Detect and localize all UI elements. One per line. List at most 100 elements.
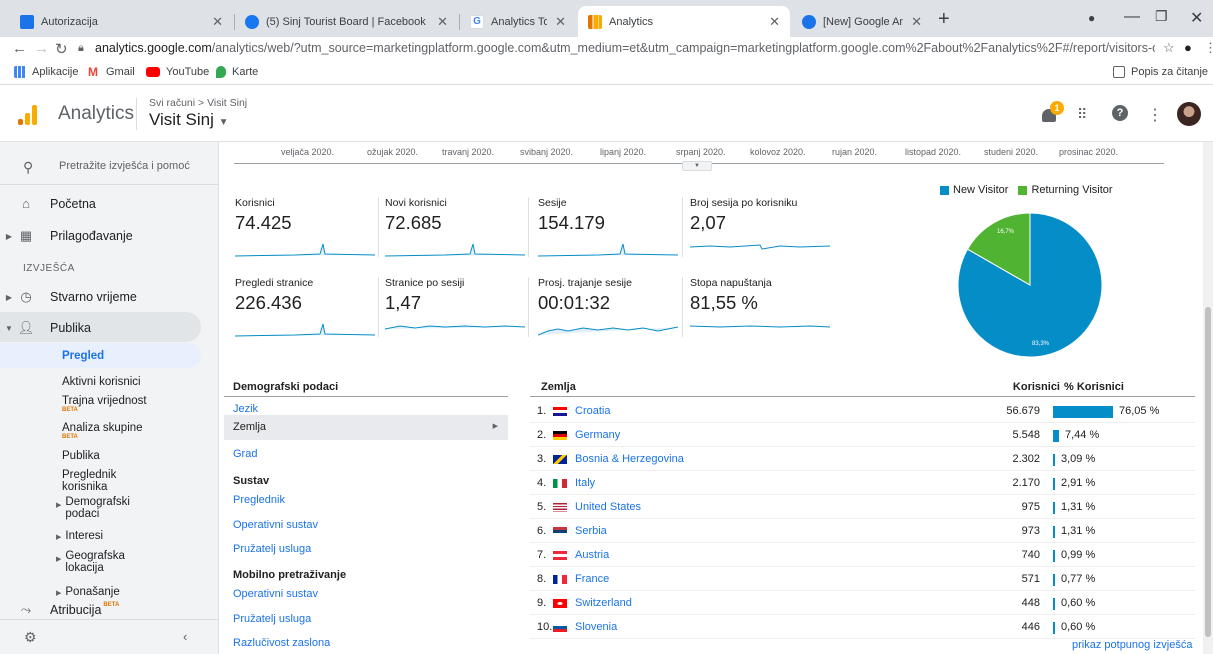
demo-link-city[interactable]: Grad [233, 448, 257, 460]
pct-value: 0,60 % [1061, 597, 1096, 609]
scrollbar-thumb[interactable] [1205, 307, 1211, 637]
sidebar-sub-lifetime-value[interactable]: Trajna vrijednost BETA [62, 395, 147, 413]
close-tab-icon[interactable]: ✕ [769, 14, 780, 30]
sidebar-item-realtime[interactable]: ▶ ◷ Stvarno vrijeme [0, 289, 218, 305]
bookmark-gmail[interactable]: M Gmail [88, 66, 135, 78]
metric-avg-session-duration[interactable]: Prosj. trajanje sesije 00:01:32 [538, 277, 678, 362]
help-icon[interactable]: ? [1112, 105, 1128, 121]
analytics-logo-icon[interactable] [18, 105, 38, 125]
gear-icon[interactable]: ⚙ [24, 629, 37, 646]
bookmark-apps[interactable]: Aplikacije [14, 66, 78, 78]
profile-dot-icon[interactable]: ● [1088, 11, 1095, 25]
country-link[interactable]: Austria [575, 549, 609, 561]
notifications-button[interactable]: 1 [1041, 101, 1064, 124]
google-ads-favicon-icon [802, 14, 816, 29]
collapse-sidebar-icon[interactable]: ‹ [183, 629, 187, 644]
close-tab-icon[interactable]: ✕ [911, 14, 922, 30]
browser-tab-ga-acquisition[interactable]: [New] Google Analytics Acquisiti ✕ [792, 6, 932, 37]
metric-sessions-per-user[interactable]: Broj sesija po korisniku 2,07 [690, 197, 830, 282]
metric-sessions[interactable]: Sesije 154.179 [538, 197, 678, 282]
more-vert-icon[interactable]: ⋮ [1147, 105, 1163, 125]
minimize-icon[interactable]: — [1124, 8, 1140, 26]
timeline-collapse-handle[interactable]: ▼ [682, 161, 712, 171]
sidebar-sub-overview[interactable]: Pregled [62, 350, 104, 362]
full-report-link[interactable]: prikaz potpunog izvješća [1072, 639, 1192, 651]
sidebar-sub-demographics[interactable]: ▶ Demografski podaci [56, 496, 135, 520]
lock-icon[interactable]: 🔒︎ [78, 42, 84, 55]
address-bar[interactable]: analytics.google.com/analytics/web/?utm_… [95, 41, 1155, 59]
brand-name[interactable]: Analytics [58, 103, 134, 125]
demo-link-language[interactable]: Jezik [233, 403, 258, 415]
sidebar-item-attribution[interactable]: ⤳ Atribucija BETA [0, 602, 218, 618]
country-link[interactable]: Bosnia & Herzegovina [575, 453, 684, 465]
new-tab-button[interactable]: + [938, 8, 950, 31]
caret-right-icon: ▶ [56, 590, 62, 597]
metric-pages-per-session[interactable]: Stranice po sesiji 1,47 [385, 277, 525, 362]
sidebar-sub-interests[interactable]: ▶ Interesi [56, 530, 103, 544]
profile-icon[interactable]: ● [1184, 40, 1192, 55]
country-link[interactable]: Croatia [575, 405, 610, 417]
window-close-icon[interactable]: ✕ [1190, 8, 1203, 28]
metric-new-users[interactable]: Novi korisnici 72.685 [385, 197, 525, 282]
reading-list-button[interactable]: Popis za čitanje [1113, 66, 1208, 78]
browser-menu-icon[interactable]: ⋮ [1204, 40, 1213, 56]
demo-link-browser[interactable]: Preglednik [233, 494, 285, 506]
visitor-pie-chart: 83,3% 16,7% [957, 212, 1103, 358]
browser-tab-analytics-tools[interactable]: G Analytics Tools & Solutions for Y ✕ [460, 6, 576, 37]
flag-icon [553, 551, 567, 560]
country-link[interactable]: Italy [575, 477, 595, 489]
demo-link-mobile-os[interactable]: Operativni sustav [233, 588, 318, 600]
bookmark-youtube[interactable]: YouTube [146, 66, 209, 78]
sidebar-sub-cohort[interactable]: Analiza skupine BETA [62, 422, 143, 440]
restore-icon[interactable]: ❐ [1155, 8, 1168, 25]
demo-link-mobile-isp[interactable]: Pružatelj usluga [233, 613, 311, 625]
demo-link-resolution[interactable]: Razlučivost zaslona [233, 637, 330, 649]
flag-icon [553, 623, 567, 632]
sidebar-search[interactable]: ⚲ Pretražite izvješća i pomoć [23, 159, 190, 175]
sidebar-sub-geo[interactable]: ▶ Geografska lokacija [56, 550, 135, 574]
demo-link-os[interactable]: Operativni sustav [233, 519, 318, 531]
reload-icon[interactable]: ↻ [55, 40, 68, 58]
sidebar-sub-active-users[interactable]: Aktivni korisnici [62, 376, 141, 388]
sidebar-sub-user-explorer[interactable]: Preglednik korisnika [62, 469, 142, 493]
pie-label-new: 83,3% [1032, 341, 1050, 347]
browser-tab-autorizacija[interactable]: Autorizacija ✕ [10, 6, 233, 37]
bookmark-star-icon[interactable]: ☆ [1163, 40, 1175, 56]
col-users[interactable]: Korisnici [1000, 381, 1060, 393]
browser-tab-analytics[interactable]: Analytics ✕ [578, 6, 790, 37]
sidebar-item-customization[interactable]: ▶ ▦ Prilagođavanje [0, 228, 218, 244]
demo-link-isp[interactable]: Pružatelj usluga [233, 543, 311, 555]
apps-grid-icon[interactable]: ⠿ [1077, 106, 1087, 123]
metric-users[interactable]: Korisnici 74.425 [235, 197, 375, 282]
bookmark-maps[interactable]: Karte [216, 66, 258, 78]
close-tab-icon[interactable]: ✕ [555, 14, 566, 30]
close-tab-icon[interactable]: ✕ [212, 14, 223, 30]
close-tab-icon[interactable]: ✕ [437, 14, 448, 30]
metric-value: 81,55 % [690, 292, 758, 313]
metric-bounce-rate[interactable]: Stopa napuštanja 81,55 % [690, 277, 830, 362]
demo-link-country-selected[interactable]: Zemlja ▶ [224, 415, 508, 440]
legend-returning-visitor[interactable]: Returning Visitor [1031, 184, 1112, 196]
country-link[interactable]: Switzerland [575, 597, 632, 609]
sidebar-item-home[interactable]: ⌂ Početna [0, 196, 218, 211]
country-link[interactable]: Serbia [575, 525, 607, 537]
bookmark-label: Aplikacije [32, 66, 79, 78]
country-link[interactable]: Germany [575, 429, 620, 441]
sidebar-item-audience[interactable]: ▼ 👤︎ Publika [0, 320, 218, 336]
forward-arrow-icon[interactable]: → [34, 40, 49, 57]
avatar[interactable] [1177, 102, 1201, 126]
browser-tab-facebook[interactable]: (5) Sinj Tourist Board | Facebook ✕ [235, 6, 458, 37]
gmail-icon: M [88, 65, 100, 79]
country-link[interactable]: France [575, 573, 609, 585]
country-link[interactable]: United States [575, 501, 641, 513]
property-selector[interactable]: Visit Sinj ▼ [149, 110, 229, 130]
country-link[interactable]: Slovenia [575, 621, 617, 633]
metric-pageviews[interactable]: Pregledi stranice 226.436 [235, 277, 375, 362]
account-breadcrumb[interactable]: Svi računi > Visit Sinj [149, 97, 247, 109]
legend-new-visitor[interactable]: New Visitor [953, 184, 1008, 196]
sidebar-sub-audiences[interactable]: Publika [62, 450, 100, 462]
back-arrow-icon[interactable]: ← [12, 40, 27, 57]
scrollbar[interactable] [1203, 142, 1213, 654]
sidebar-sub-behavior[interactable]: ▶ Ponašanje [56, 586, 120, 600]
tab-title: Analytics [609, 15, 654, 28]
